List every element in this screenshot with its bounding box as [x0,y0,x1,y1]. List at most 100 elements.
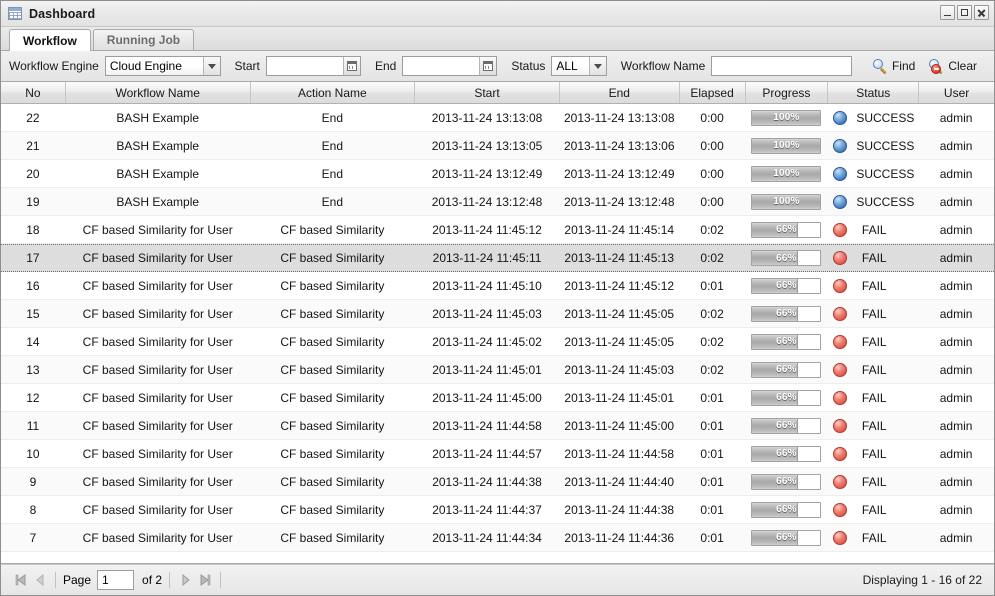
cell-progress: 66% [746,412,829,439]
grid-column-header[interactable]: Elapsed [680,82,746,103]
progress-bar-label: 66% [776,308,797,319]
cell-workflow-name: CF based Similarity for User [82,530,233,545]
table-row[interactable]: 17 CF based Similarity for User CF based S… [1,244,994,272]
status-success-icon [833,110,848,125]
clear-button[interactable]: Clear [924,58,982,75]
cell-elapsed: 0:01 [700,474,724,489]
progress-bar: 66% [751,361,822,378]
cell-progress: 100% [746,132,829,159]
table-row[interactable]: 20 BASH Example End 2013-11-24 13:12:49 2013… [1,160,994,188]
chevron-down-icon [202,57,220,75]
grid-column-header[interactable]: Status [828,82,920,103]
cell-action-name: CF based Similarity [280,334,385,349]
cell-action-name: CF based Similarity [280,222,385,237]
cell-action-name: CF based Similarity [280,251,385,265]
grid-column-header[interactable]: End [560,82,680,103]
table-row[interactable]: 10 CF based Similarity for User CF based S… [1,440,994,468]
table-row[interactable]: 11 CF based Similarity for User CF based S… [1,412,994,440]
table-row[interactable]: 18 CF based Similarity for User CF based S… [1,216,994,244]
cell-no: 12 [26,390,40,405]
grid-column-header[interactable]: Action Name [251,82,416,103]
progress-bar: 100% [751,193,822,210]
cell-elapsed: 0:01 [700,278,724,293]
progress-bar: 100% [751,137,822,154]
workflow-name-field[interactable] [711,56,852,76]
grid-column-header[interactable]: Progress [746,82,829,103]
page-number-field[interactable] [97,570,135,590]
workflow-engine-select[interactable]: Cloud Engine [104,56,221,76]
workflow-name-input[interactable] [712,57,851,75]
title-bar: Dashboard [1,1,994,27]
cell-status: FAIL [828,524,919,551]
status-select[interactable]: ALL [551,56,607,76]
grid-column-header[interactable]: Start [415,82,560,103]
last-page-icon[interactable] [195,570,215,590]
cell-end-time: 2013-11-24 11:44:40 [564,474,675,489]
first-page-icon[interactable] [10,570,30,590]
table-row[interactable]: 15 CF based Similarity for User CF based S… [1,300,994,328]
grid-column-header[interactable]: No [1,82,66,103]
end-date-label: End [374,59,397,73]
cell-workflow-name: CF based Similarity for User [82,278,233,293]
calendar-icon[interactable] [342,57,360,75]
cell-action-name: End [321,194,344,209]
cell-end-time: 2013-11-24 11:45:03 [564,362,675,377]
progress-bar-label: 66% [776,532,797,543]
status-badge: SUCCESS [856,138,915,153]
cell-progress: 100% [746,104,829,131]
progress-bar-label: 100% [773,168,800,179]
tab-workflow[interactable]: Workflow [9,29,91,51]
cell-end-time: 2013-11-24 11:45:13 [564,251,675,265]
cell-progress: 66% [746,496,829,523]
cell-progress: 66% [746,272,829,299]
divider [220,572,222,588]
cell-user: admin [939,530,973,545]
grid-column-header[interactable]: Workflow Name [66,82,251,103]
table-row[interactable]: 13 CF based Similarity for User CF based S… [1,356,994,384]
end-date-field[interactable] [402,56,498,76]
dashboard-window: Dashboard Workflow Running Job Workflow … [0,0,995,596]
table-row[interactable]: 8 CF based Similarity for User CF based Si… [1,496,994,524]
find-button[interactable]: Find [868,58,920,75]
cell-user: admin [939,418,973,433]
next-page-icon[interactable] [175,570,195,590]
status-success-icon [833,194,848,209]
cell-start-time: 2013-11-24 11:45:10 [432,278,542,293]
page-number-input[interactable] [98,571,134,589]
status-badge: FAIL [861,502,887,517]
table-row[interactable]: 16 CF based Similarity for User CF based S… [1,272,994,300]
table-row[interactable]: 19 BASH Example End 2013-11-24 13:12:48 2013… [1,188,994,216]
cell-workflow-name: CF based Similarity for User [82,474,233,489]
start-date-input[interactable] [266,57,343,75]
calendar-icon[interactable] [479,57,497,75]
minimize-icon[interactable] [940,5,955,20]
prev-page-icon[interactable] [30,570,50,590]
status-fail-icon [833,306,848,321]
maximize-icon[interactable] [957,5,972,20]
cell-user: admin [939,222,973,237]
cell-user: admin [939,474,973,489]
close-icon[interactable] [974,5,989,20]
table-row[interactable]: 14 CF based Similarity for User CF based S… [1,328,994,356]
progress-bar: 66% [751,277,822,294]
table-row[interactable]: 21 BASH Example End 2013-11-24 13:13:05 2013… [1,132,994,160]
cell-start-time: 2013-11-24 11:45:00 [432,390,542,405]
table-row[interactable]: 22 BASH Example End 2013-11-24 13:13:08 2013… [1,104,994,132]
table-row[interactable]: 9 CF based Similarity for User CF based Si… [1,468,994,496]
cell-start-time: 2013-11-24 11:45:11 [432,251,542,265]
grid-column-header[interactable]: User [919,82,994,103]
table-row[interactable]: 12 CF based Similarity for User CF based S… [1,384,994,412]
tab-running-job[interactable]: Running Job [92,29,195,50]
cell-progress: 66% [746,300,829,327]
end-date-input[interactable] [403,57,480,75]
start-date-field[interactable] [265,56,361,76]
status-fail-icon [833,446,848,461]
table-row[interactable]: 7 CF based Similarity for User CF based Si… [1,524,994,552]
cell-status: FAIL [828,300,919,327]
grid-body: 22 BASH Example End 2013-11-24 13:13:08 2013… [1,104,994,563]
status-success-icon [833,138,848,153]
cell-elapsed: 0:02 [700,362,724,377]
cell-no: 17 [26,251,40,265]
window-controls [940,5,989,20]
cell-workflow-name: CF based Similarity for User [82,222,233,237]
